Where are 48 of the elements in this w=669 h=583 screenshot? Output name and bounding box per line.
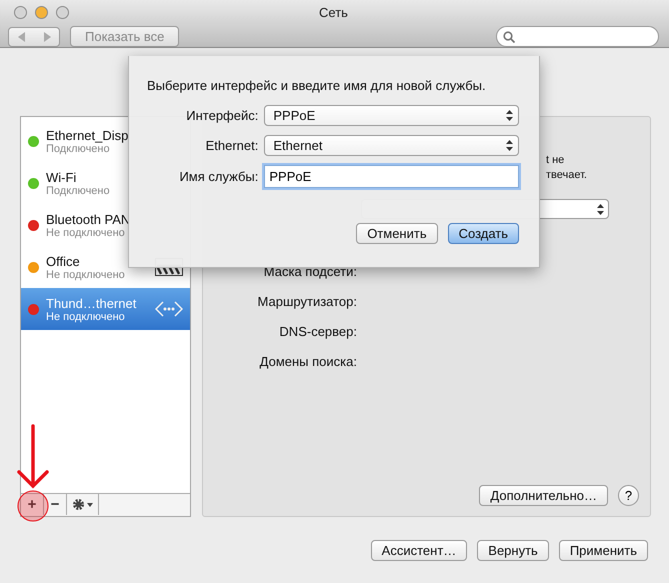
annotation-arrow: [17, 424, 49, 488]
window-title: Сеть: [319, 4, 348, 20]
status-text: t не: [546, 153, 566, 168]
service-name: Ethernet_Disp: [46, 128, 130, 142]
close-button[interactable]: [14, 6, 27, 18]
search-field[interactable]: [496, 26, 659, 47]
service-status: Подключено: [46, 142, 110, 154]
service-name: Thund…thernet: [46, 296, 138, 310]
status-text: твечает.: [546, 168, 588, 183]
search-icon: [503, 30, 515, 42]
service-name-field[interactable]: PPPoE: [264, 165, 519, 188]
help-button[interactable]: ?: [618, 485, 639, 506]
zoom-button[interactable]: [56, 6, 69, 18]
footer-button[interactable]: Ассистент…: [370, 540, 468, 561]
stepper-arrows-icon: [506, 140, 513, 151]
add-button[interactable]: +: [21, 494, 44, 515]
remove-button[interactable]: −: [44, 494, 67, 515]
service-status: Не подключено: [46, 226, 126, 238]
footer-button[interactable]: Применить: [558, 540, 648, 561]
service-item[interactable]: Thund…thernet Не подключено: [21, 288, 190, 330]
advanced-button[interactable]: Дополнительно…: [479, 485, 608, 506]
service-name: Wi-Fi: [46, 170, 78, 184]
gear-icon: [72, 498, 94, 511]
stepper-arrows-icon: [597, 204, 604, 214]
back-forward-control[interactable]: [8, 26, 60, 46]
field-label: Имя службы:: [178, 169, 258, 184]
field-label: Интерфейс:: [185, 108, 258, 123]
forward-icon: [42, 32, 50, 42]
service-status: Не подключено: [46, 310, 126, 322]
field-label: DNS-сервер:: [278, 324, 357, 340]
back-icon: [18, 32, 26, 42]
service-status: Подключено: [46, 184, 111, 196]
sheet-button[interactable]: Отменить: [356, 223, 438, 244]
popup-menu[interactable]: Ethernet: [264, 135, 519, 156]
stepper-arrows-icon: [506, 110, 513, 121]
minimize-button[interactable]: [35, 6, 48, 18]
highlight-circle: [18, 490, 48, 522]
field-label: Домены поиска:: [258, 354, 357, 370]
popup-menu[interactable]: PPPoE: [264, 105, 519, 126]
default-button[interactable]: Создать: [448, 223, 519, 244]
field-label: Ethernet:: [204, 138, 258, 153]
field-label: Маршрутизатор:: [256, 294, 357, 310]
sheet-prompt: Выберите интерфейс и введите имя для новой службы.: [147, 78, 487, 93]
service-name: Office: [46, 254, 81, 268]
footer-button[interactable]: Вернуть: [477, 540, 549, 561]
ethernet-connector-icon: [155, 300, 183, 318]
service-status: Не подключено: [46, 268, 126, 280]
field-label: Маска подсети:: [262, 264, 357, 280]
